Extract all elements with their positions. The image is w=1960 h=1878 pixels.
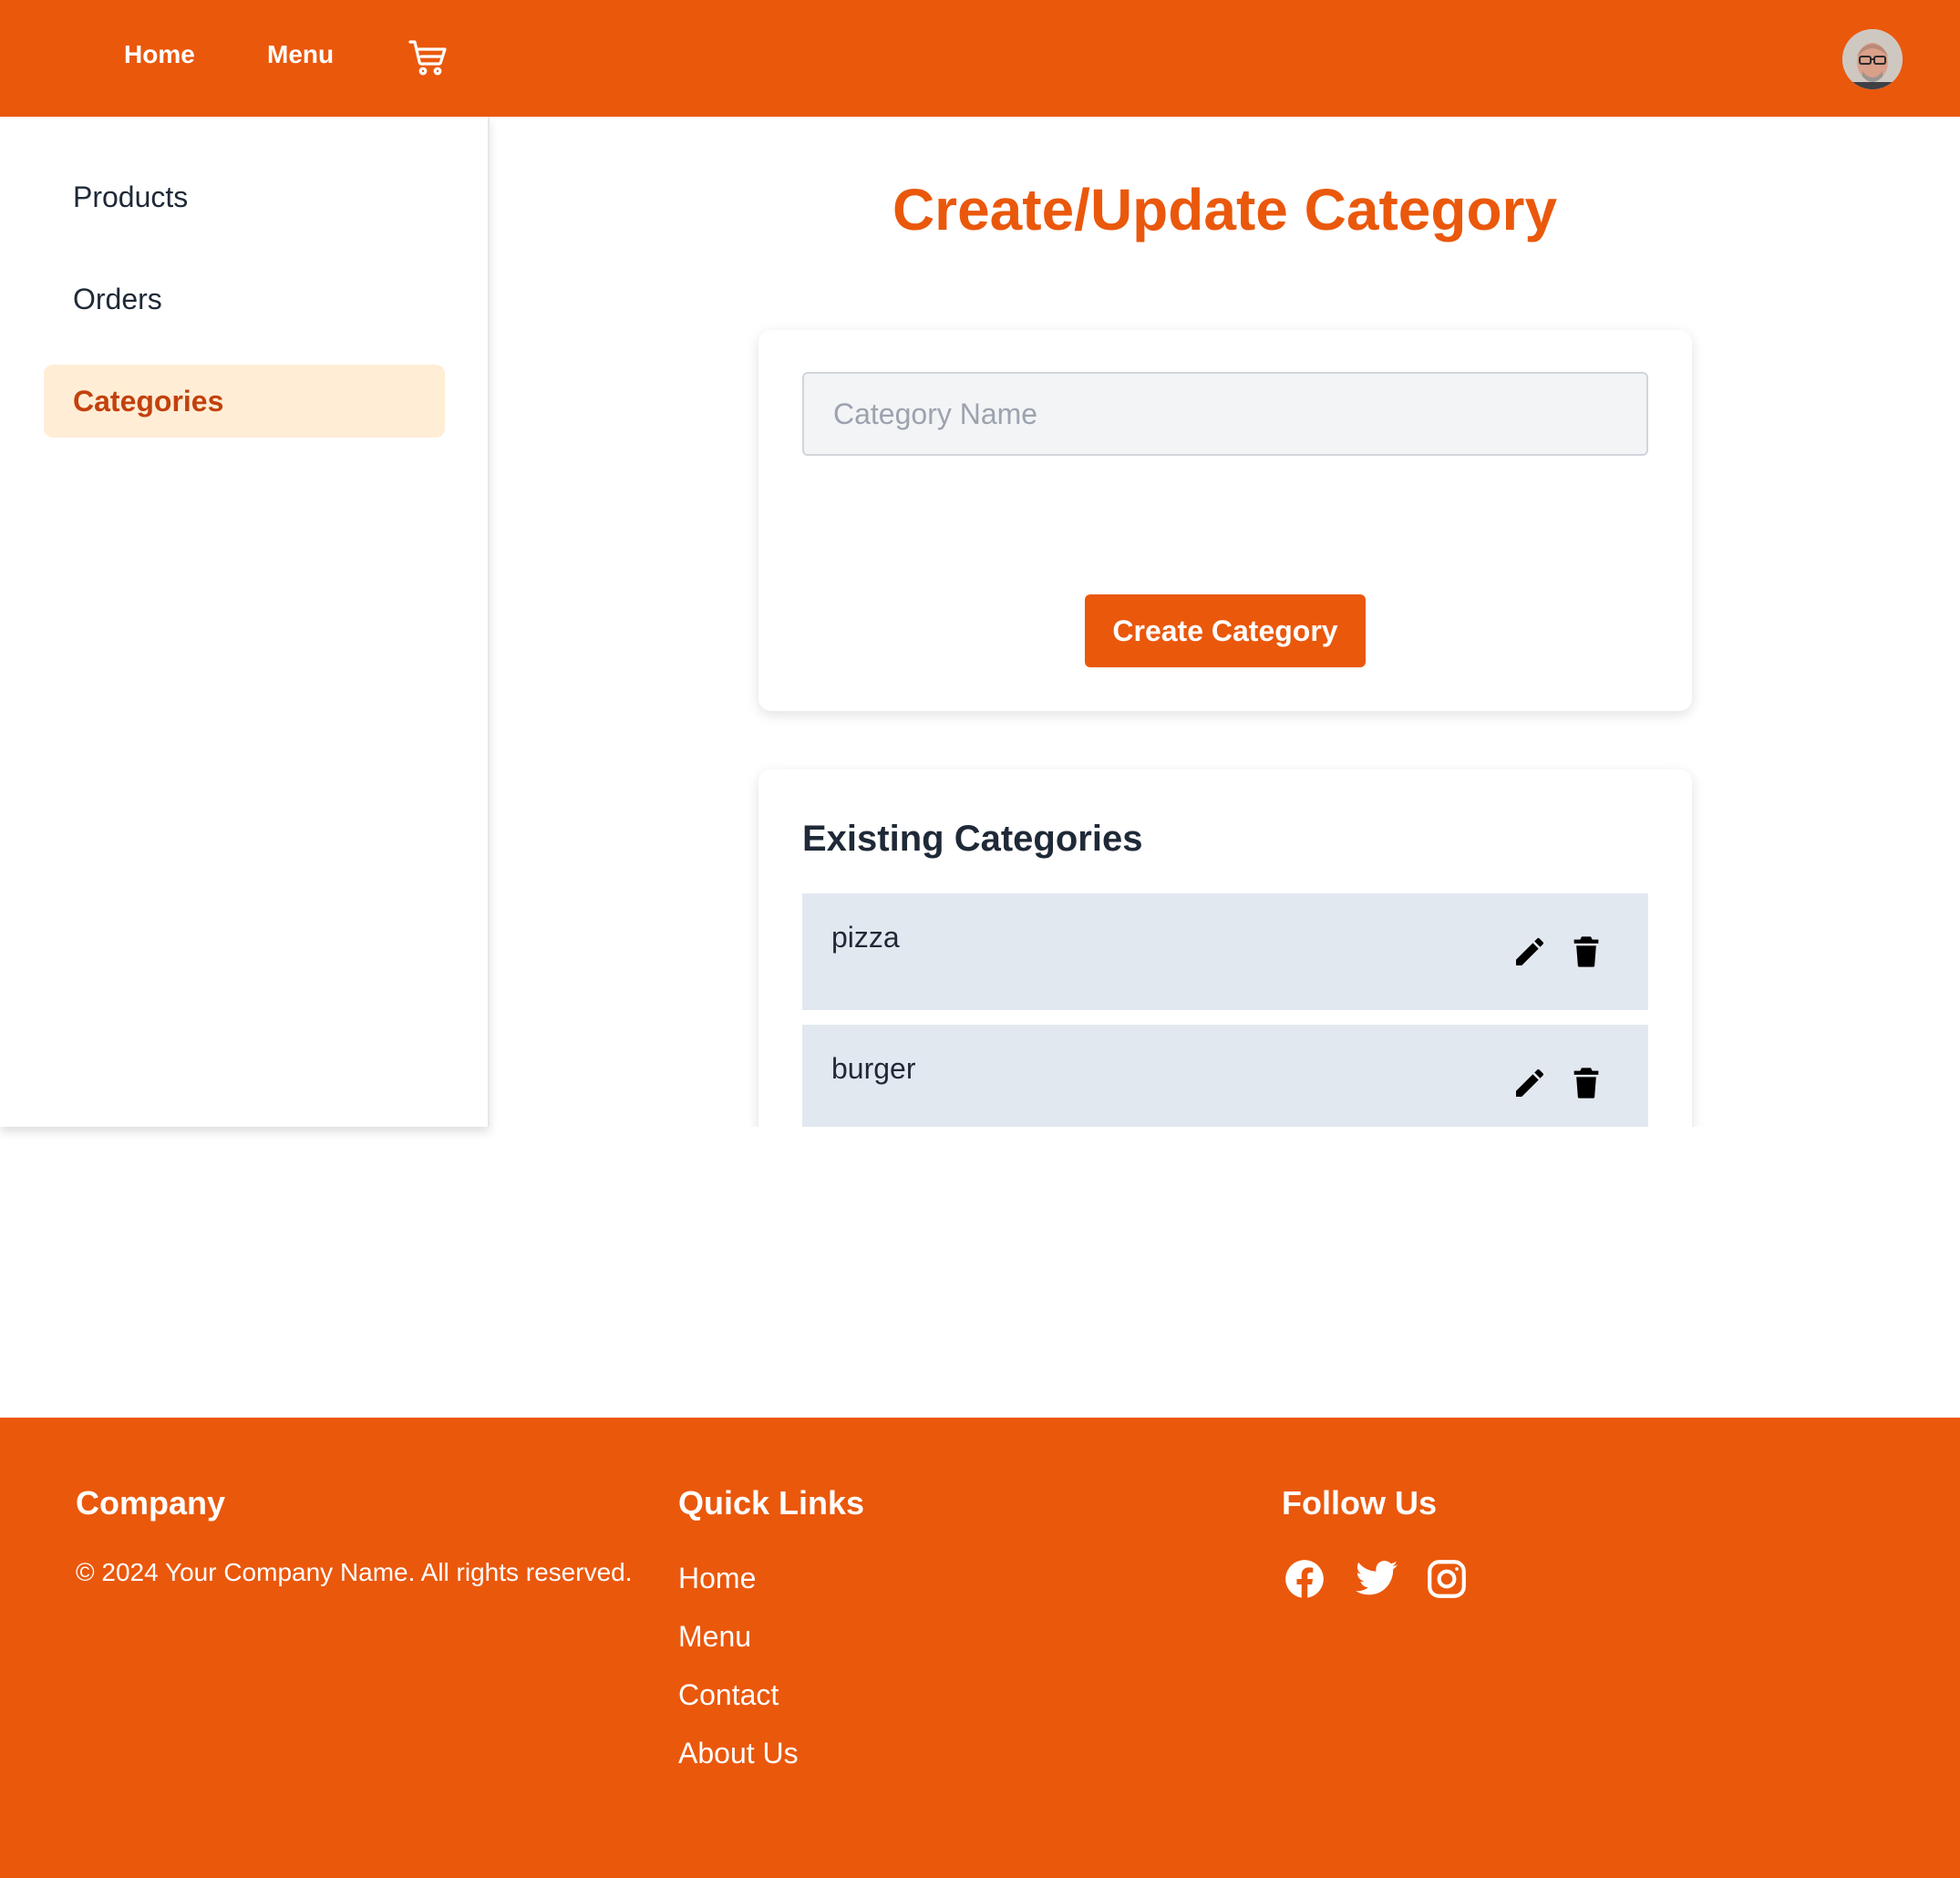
nav-menu-link[interactable]: Menu — [267, 38, 334, 71]
category-name: burger — [831, 1052, 916, 1085]
create-category-button[interactable]: Create Category — [1085, 594, 1366, 667]
existing-categories-heading: Existing Categories — [802, 819, 1143, 859]
existing-categories-card: Existing Categories pizza burger — [758, 769, 1692, 1127]
site-footer: Company © 2024 Your Company Name. All ri… — [0, 1418, 1960, 1878]
user-avatar[interactable] — [1842, 29, 1903, 89]
category-row: pizza — [802, 893, 1648, 1010]
nav-home-link[interactable]: Home — [124, 38, 195, 71]
category-row: burger — [802, 1025, 1648, 1127]
sidebar-item-products[interactable]: Products — [44, 160, 445, 233]
footer-link-home[interactable]: Home — [678, 1560, 756, 1596]
shopping-cart-icon[interactable] — [407, 36, 450, 80]
sidebar-item-orders[interactable]: Orders — [44, 263, 445, 335]
page-title: Create/Update Category — [892, 177, 1558, 242]
sidebar-item-categories[interactable]: Categories — [44, 365, 445, 438]
top-navbar: Home Menu — [0, 0, 1960, 117]
category-name: pizza — [831, 921, 900, 954]
facebook-icon[interactable] — [1282, 1556, 1327, 1602]
pencil-icon[interactable] — [1511, 934, 1548, 970]
footer-quick-links-heading: Quick Links — [678, 1484, 865, 1522]
footer-link-about-us[interactable]: About Us — [678, 1735, 799, 1771]
twitter-icon[interactable] — [1354, 1556, 1399, 1602]
footer-company-heading: Company — [76, 1484, 226, 1522]
category-form-card: Create Category — [758, 330, 1692, 711]
admin-sidebar: Products Orders Categories — [0, 117, 490, 1127]
trash-icon[interactable] — [1568, 934, 1604, 970]
category-name-input[interactable] — [802, 372, 1648, 456]
instagram-icon[interactable] — [1424, 1556, 1470, 1602]
copyright-text: © 2024 Your Company Name. All rights res… — [76, 1558, 633, 1586]
footer-link-contact[interactable]: Contact — [678, 1677, 779, 1713]
footer-link-menu[interactable]: Menu — [678, 1618, 751, 1655]
pencil-icon[interactable] — [1511, 1065, 1548, 1101]
categories-list-viewport: Existing Categories pizza burger — [748, 757, 1705, 1127]
footer-follow-heading: Follow Us — [1282, 1484, 1437, 1522]
trash-icon[interactable] — [1568, 1065, 1604, 1101]
